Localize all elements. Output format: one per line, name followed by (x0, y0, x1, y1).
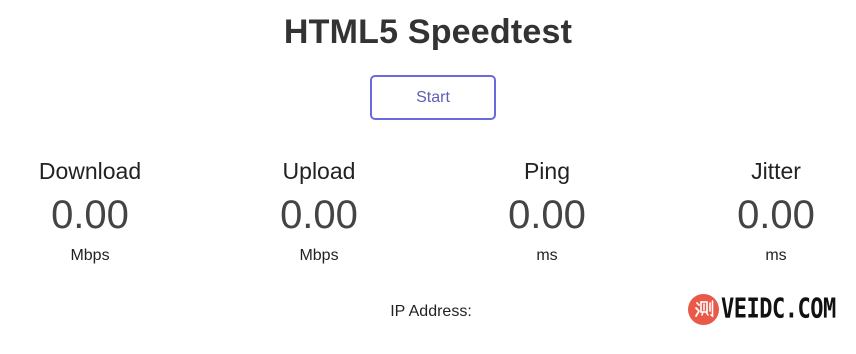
metric-label: Jitter (751, 158, 801, 184)
metric-label: Download (38, 158, 142, 184)
watermark-badge-icon (688, 293, 719, 325)
badge-glyph-icon (694, 300, 713, 318)
metric-upload: Upload 0.00 Mbps (219, 156, 419, 267)
watermark-text: VEIDC.COM (721, 293, 836, 325)
metric-label: Ping (523, 158, 571, 184)
metric-value: 0.00 (280, 193, 358, 237)
metric-label: Upload (282, 158, 356, 184)
metric-value: 0.00 (51, 193, 129, 237)
metric-unit: ms (536, 247, 558, 264)
metric-jitter: Jitter 0.00 ms (676, 156, 856, 267)
page-title: HTML5 Speedtest (283, 13, 573, 51)
metric-ping: Ping 0.00 ms (447, 156, 647, 267)
metric-download: Download 0.00 Mbps (0, 156, 190, 267)
metric-unit: Mbps (299, 247, 339, 264)
metric-unit: Mbps (70, 247, 110, 264)
ip-address-label: IP Address: (390, 303, 472, 320)
metric-value: 0.00 (508, 193, 586, 237)
watermark-logo: VEIDC.COM (688, 290, 836, 328)
metric-unit: ms (765, 247, 787, 264)
start-button[interactable]: Start (370, 75, 496, 120)
metric-value: 0.00 (737, 193, 815, 237)
